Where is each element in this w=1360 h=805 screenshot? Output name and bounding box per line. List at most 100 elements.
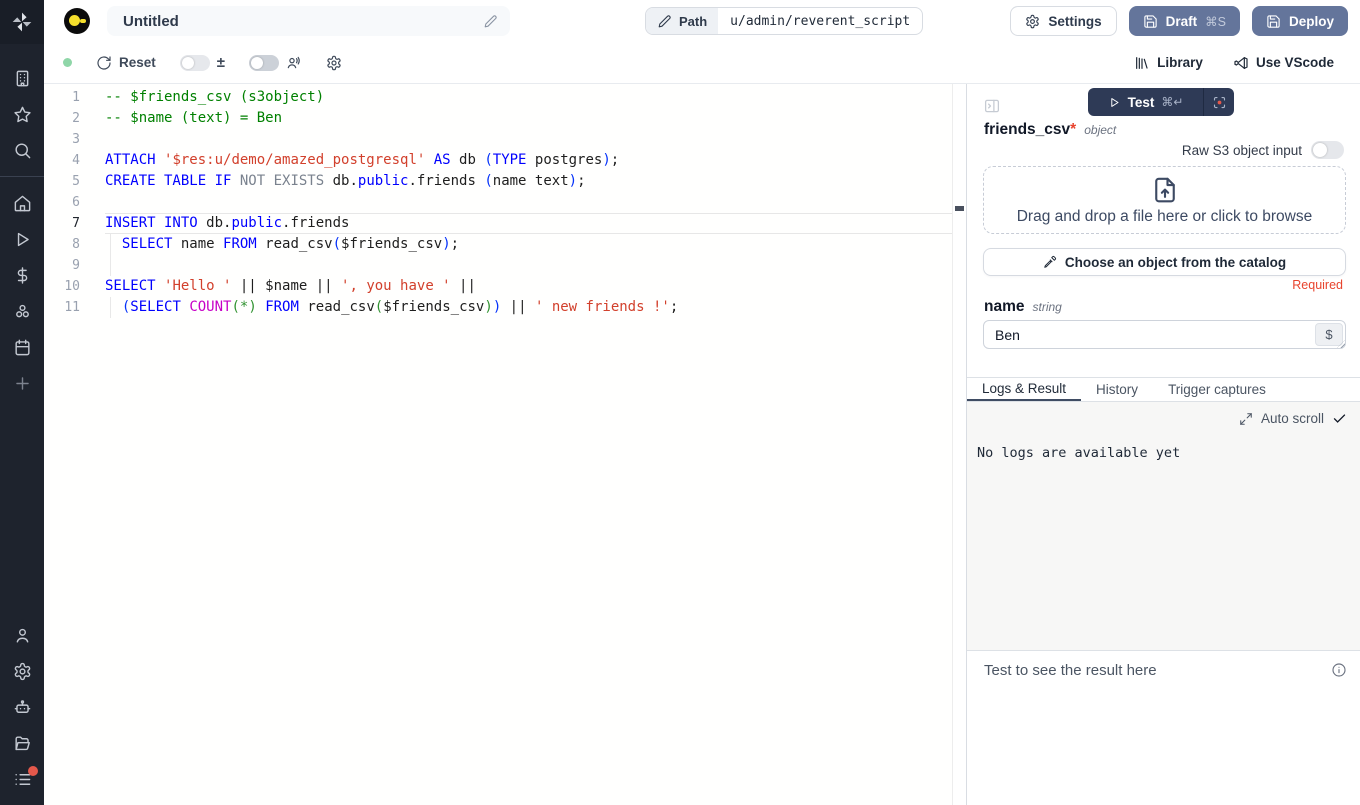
- pencil-icon: [657, 14, 672, 29]
- sidebar-item-schedules[interactable]: [0, 329, 44, 365]
- collapse-panel-button[interactable]: [983, 97, 1001, 120]
- raw-s3-toggle[interactable]: [1311, 141, 1344, 159]
- gear-icon: [326, 55, 342, 71]
- code-line[interactable]: 2-- $name (text) = Ben: [44, 108, 966, 129]
- autoscroll-control[interactable]: Auto scroll: [1239, 411, 1347, 426]
- variables-icon: [13, 266, 32, 285]
- test-button[interactable]: Test ⌘↵: [1088, 95, 1203, 110]
- settings-button[interactable]: Settings: [1010, 6, 1116, 36]
- test-label: Test: [1128, 95, 1155, 110]
- script-title-input[interactable]: Untitled: [107, 6, 510, 36]
- raw-s3-toggle-group: Raw S3 object input: [1182, 141, 1344, 159]
- editor-settings-button[interactable]: [326, 55, 342, 71]
- overview-ruler[interactable]: [952, 84, 966, 805]
- edit-title-icon[interactable]: [483, 14, 498, 29]
- sidebar-item-runs[interactable]: [0, 221, 44, 257]
- sidebar-item-favorites[interactable]: [0, 96, 44, 132]
- library-icon: [1134, 55, 1150, 71]
- multiplayer-toggle[interactable]: [249, 55, 279, 71]
- sidebar-item-account[interactable]: [0, 617, 44, 653]
- sidebar-item-ai-assistant[interactable]: [0, 689, 44, 725]
- sidebar-bottom-icons: [0, 617, 44, 797]
- library-label: Library: [1157, 55, 1203, 70]
- line-number[interactable]: 10: [44, 276, 105, 297]
- info-icon[interactable]: [1331, 662, 1347, 678]
- sidebar-item-workspace[interactable]: [0, 60, 44, 96]
- field-friends-csv-header: friends_csv* object: [984, 121, 1116, 139]
- code-line[interactable]: 6: [44, 192, 966, 213]
- line-number[interactable]: 3: [44, 129, 105, 150]
- expand-icon: [1239, 412, 1253, 426]
- line-number[interactable]: 6: [44, 192, 105, 213]
- save-icon: [1143, 14, 1158, 29]
- sidebar-item-variables[interactable]: [0, 257, 44, 293]
- raw-s3-label: Raw S3 object input: [1182, 143, 1302, 158]
- deploy-button[interactable]: Deploy: [1252, 6, 1348, 36]
- gear-icon: [1025, 14, 1040, 29]
- code-line[interactable]: 5CREATE TABLE IF NOT EXISTS db.public.fr…: [44, 171, 966, 192]
- users-icon: [286, 55, 302, 71]
- sidebar-item-home[interactable]: [0, 185, 44, 221]
- sidebar-item-audit-logs[interactable]: [0, 761, 44, 797]
- sidebar-item-create[interactable]: [0, 365, 44, 401]
- sidebar-item-settings[interactable]: [0, 653, 44, 689]
- tab-trigger-captures[interactable]: Trigger captures: [1153, 378, 1281, 401]
- sidebar-item-search[interactable]: [0, 132, 44, 168]
- resize-handle[interactable]: [1337, 340, 1346, 349]
- tab-logs-result[interactable]: Logs & Result: [967, 378, 1081, 401]
- choose-object-button[interactable]: Choose an object from the catalog: [983, 248, 1346, 276]
- code-line[interactable]: 10SELECT 'Hello ' || $name || ', you hav…: [44, 276, 966, 297]
- top-header: Untitled Path u/admin/reverent_script Se…: [44, 0, 1360, 42]
- line-number[interactable]: 7: [44, 213, 105, 234]
- line-number[interactable]: 9: [44, 255, 105, 276]
- field-name: friends_csv*: [984, 121, 1076, 139]
- account-icon: [13, 626, 32, 645]
- code-line[interactable]: 1-- $friends_csv (s3object): [44, 87, 966, 108]
- test-button-group: Test ⌘↵: [1088, 88, 1234, 116]
- no-logs-message: No logs are available yet: [977, 445, 1180, 461]
- code-line[interactable]: 8 SELECT name FROM read_csv($friends_csv…: [44, 234, 966, 255]
- line-number[interactable]: 2: [44, 108, 105, 129]
- draft-shortcut: ⌘S: [1205, 14, 1226, 29]
- sidebar-divider: [0, 176, 44, 177]
- capture-test-button[interactable]: [1204, 95, 1234, 110]
- resources-icon: [13, 302, 32, 321]
- code-line[interactable]: 11 (SELECT COUNT(*) FROM read_csv($frien…: [44, 297, 966, 318]
- test-panel: Test ⌘↵ friends_csv* object Raw S3 objec…: [966, 84, 1360, 805]
- diff-toggle[interactable]: [180, 55, 210, 71]
- windmill-logo[interactable]: [0, 0, 44, 44]
- required-hint: Required: [1292, 278, 1343, 292]
- workspace-icon: [13, 69, 32, 88]
- sidebar-item-folders[interactable]: [0, 725, 44, 761]
- tab-history[interactable]: History: [1081, 378, 1153, 401]
- line-number[interactable]: 1: [44, 87, 105, 108]
- script-title: Untitled: [123, 13, 483, 30]
- code-line[interactable]: 4ATTACH '$res:u/demo/amazed_postgresql' …: [44, 150, 966, 171]
- reset-button[interactable]: Reset: [96, 55, 156, 71]
- settings-label: Settings: [1048, 14, 1101, 29]
- line-number[interactable]: 11: [44, 297, 105, 318]
- test-shortcut: ⌘↵: [1161, 95, 1183, 109]
- sidebar-middle-icons: [0, 185, 44, 401]
- code-line[interactable]: 9: [44, 255, 966, 276]
- path-edit-button[interactable]: Path: [646, 8, 718, 34]
- line-number[interactable]: 4: [44, 150, 105, 171]
- draft-button[interactable]: Draft ⌘S: [1129, 6, 1240, 36]
- library-button[interactable]: Library: [1134, 55, 1203, 71]
- code-line[interactable]: 3: [44, 129, 966, 150]
- code-line[interactable]: 7INSERT INTO db.public.friends: [44, 213, 966, 234]
- path-chip[interactable]: Path u/admin/reverent_script: [645, 7, 923, 35]
- cursor-position-marker: [955, 206, 964, 211]
- path-label: Path: [679, 14, 707, 29]
- logs-panel: Auto scroll No logs are available yet: [967, 402, 1360, 650]
- name-input[interactable]: [984, 321, 1345, 348]
- use-vscode-button[interactable]: Use VScode: [1233, 55, 1334, 71]
- sidebar-item-resources[interactable]: [0, 293, 44, 329]
- file-dropzone[interactable]: Drag and drop a file here or click to br…: [983, 166, 1346, 234]
- code-editor[interactable]: 1-- $friends_csv (s3object)2-- $name (te…: [44, 84, 966, 805]
- create-icon: [13, 374, 32, 393]
- line-number[interactable]: 5: [44, 171, 105, 192]
- refresh-icon: [96, 55, 112, 71]
- settings-icon: [13, 662, 32, 681]
- line-number[interactable]: 8: [44, 234, 105, 255]
